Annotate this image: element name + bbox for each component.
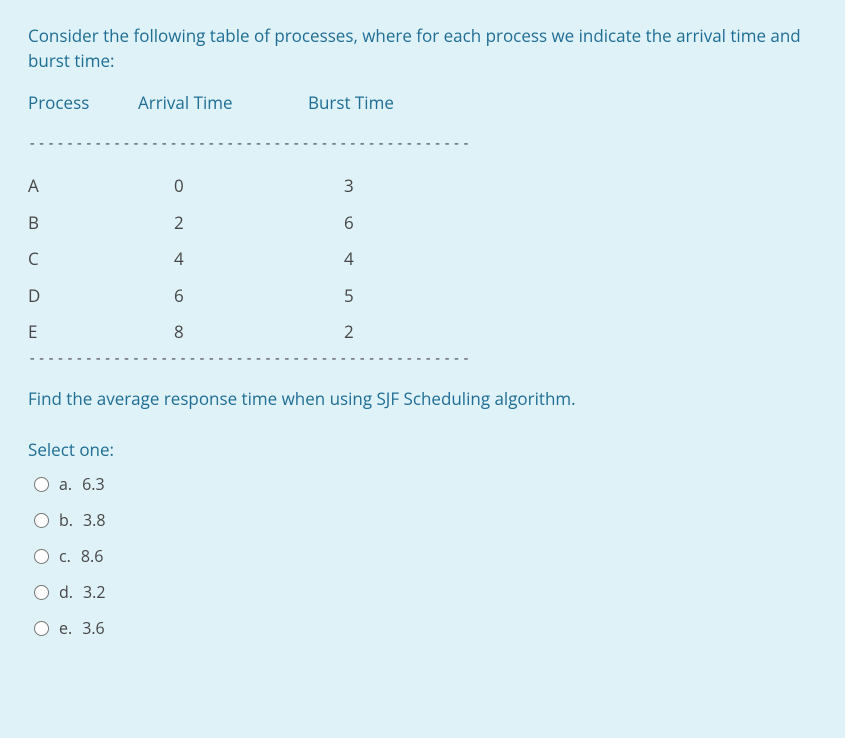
radio-c[interactable]: [34, 549, 49, 564]
question-prompt: Find the average response time when usin…: [28, 387, 817, 410]
question-intro: Consider the following table of processe…: [28, 24, 817, 73]
radio-b[interactable]: [34, 513, 49, 528]
cell-arrival: 4: [138, 241, 308, 278]
table-header-row: Process Arrival Time Burst Time: [28, 91, 817, 114]
cell-burst: 6: [308, 205, 438, 242]
radio-a[interactable]: [34, 477, 49, 492]
option-letter: d.: [59, 581, 73, 603]
cell-burst: 4: [308, 241, 438, 278]
table-header-arrival: Arrival Time: [138, 91, 308, 114]
option-letter: a.: [59, 473, 72, 495]
table-row: E 8 2: [28, 314, 817, 351]
option-letter: b.: [59, 509, 73, 531]
cell-arrival: 8: [138, 314, 308, 351]
cell-arrival: 6: [138, 278, 308, 315]
table-divider-top: ----------------------------------------…: [28, 136, 817, 152]
radio-d[interactable]: [34, 585, 49, 600]
cell-process: E: [28, 314, 138, 351]
option-text: 3.2: [83, 581, 106, 603]
cell-burst: 5: [308, 278, 438, 315]
cell-process: D: [28, 278, 138, 315]
option-a[interactable]: a. 6.3: [34, 473, 817, 495]
option-text: 3.6: [82, 617, 105, 639]
table-header-process: Process: [28, 91, 138, 114]
option-letter: e.: [59, 617, 72, 639]
cell-process: A: [28, 168, 138, 205]
question-container: Consider the following table of processe…: [0, 0, 845, 738]
table-divider-bottom: ----------------------------------------…: [28, 351, 817, 367]
option-e[interactable]: e. 3.6: [34, 617, 817, 639]
cell-burst: 2: [308, 314, 438, 351]
cell-process: C: [28, 241, 138, 278]
table-header-burst: Burst Time: [308, 91, 438, 114]
option-text: 8.6: [81, 545, 104, 567]
cell-burst: 3: [308, 168, 438, 205]
options-group: a. 6.3 b. 3.8 c. 8.6 d. 3.2 e. 3.6: [28, 473, 817, 639]
select-one-label: Select one:: [28, 438, 817, 461]
cell-arrival: 2: [138, 205, 308, 242]
option-text: 3.8: [83, 509, 106, 531]
option-text: 6.3: [82, 473, 105, 495]
table-row: A 0 3: [28, 168, 817, 205]
option-b[interactable]: b. 3.8: [34, 509, 817, 531]
radio-e[interactable]: [34, 621, 49, 636]
table-row: D 6 5: [28, 278, 817, 315]
option-c[interactable]: c. 8.6: [34, 545, 817, 567]
process-table: Process Arrival Time Burst Time --------…: [28, 91, 817, 367]
cell-arrival: 0: [138, 168, 308, 205]
cell-process: B: [28, 205, 138, 242]
table-row: B 2 6: [28, 205, 817, 242]
table-row: C 4 4: [28, 241, 817, 278]
option-d[interactable]: d. 3.2: [34, 581, 817, 603]
option-letter: c.: [59, 545, 71, 567]
